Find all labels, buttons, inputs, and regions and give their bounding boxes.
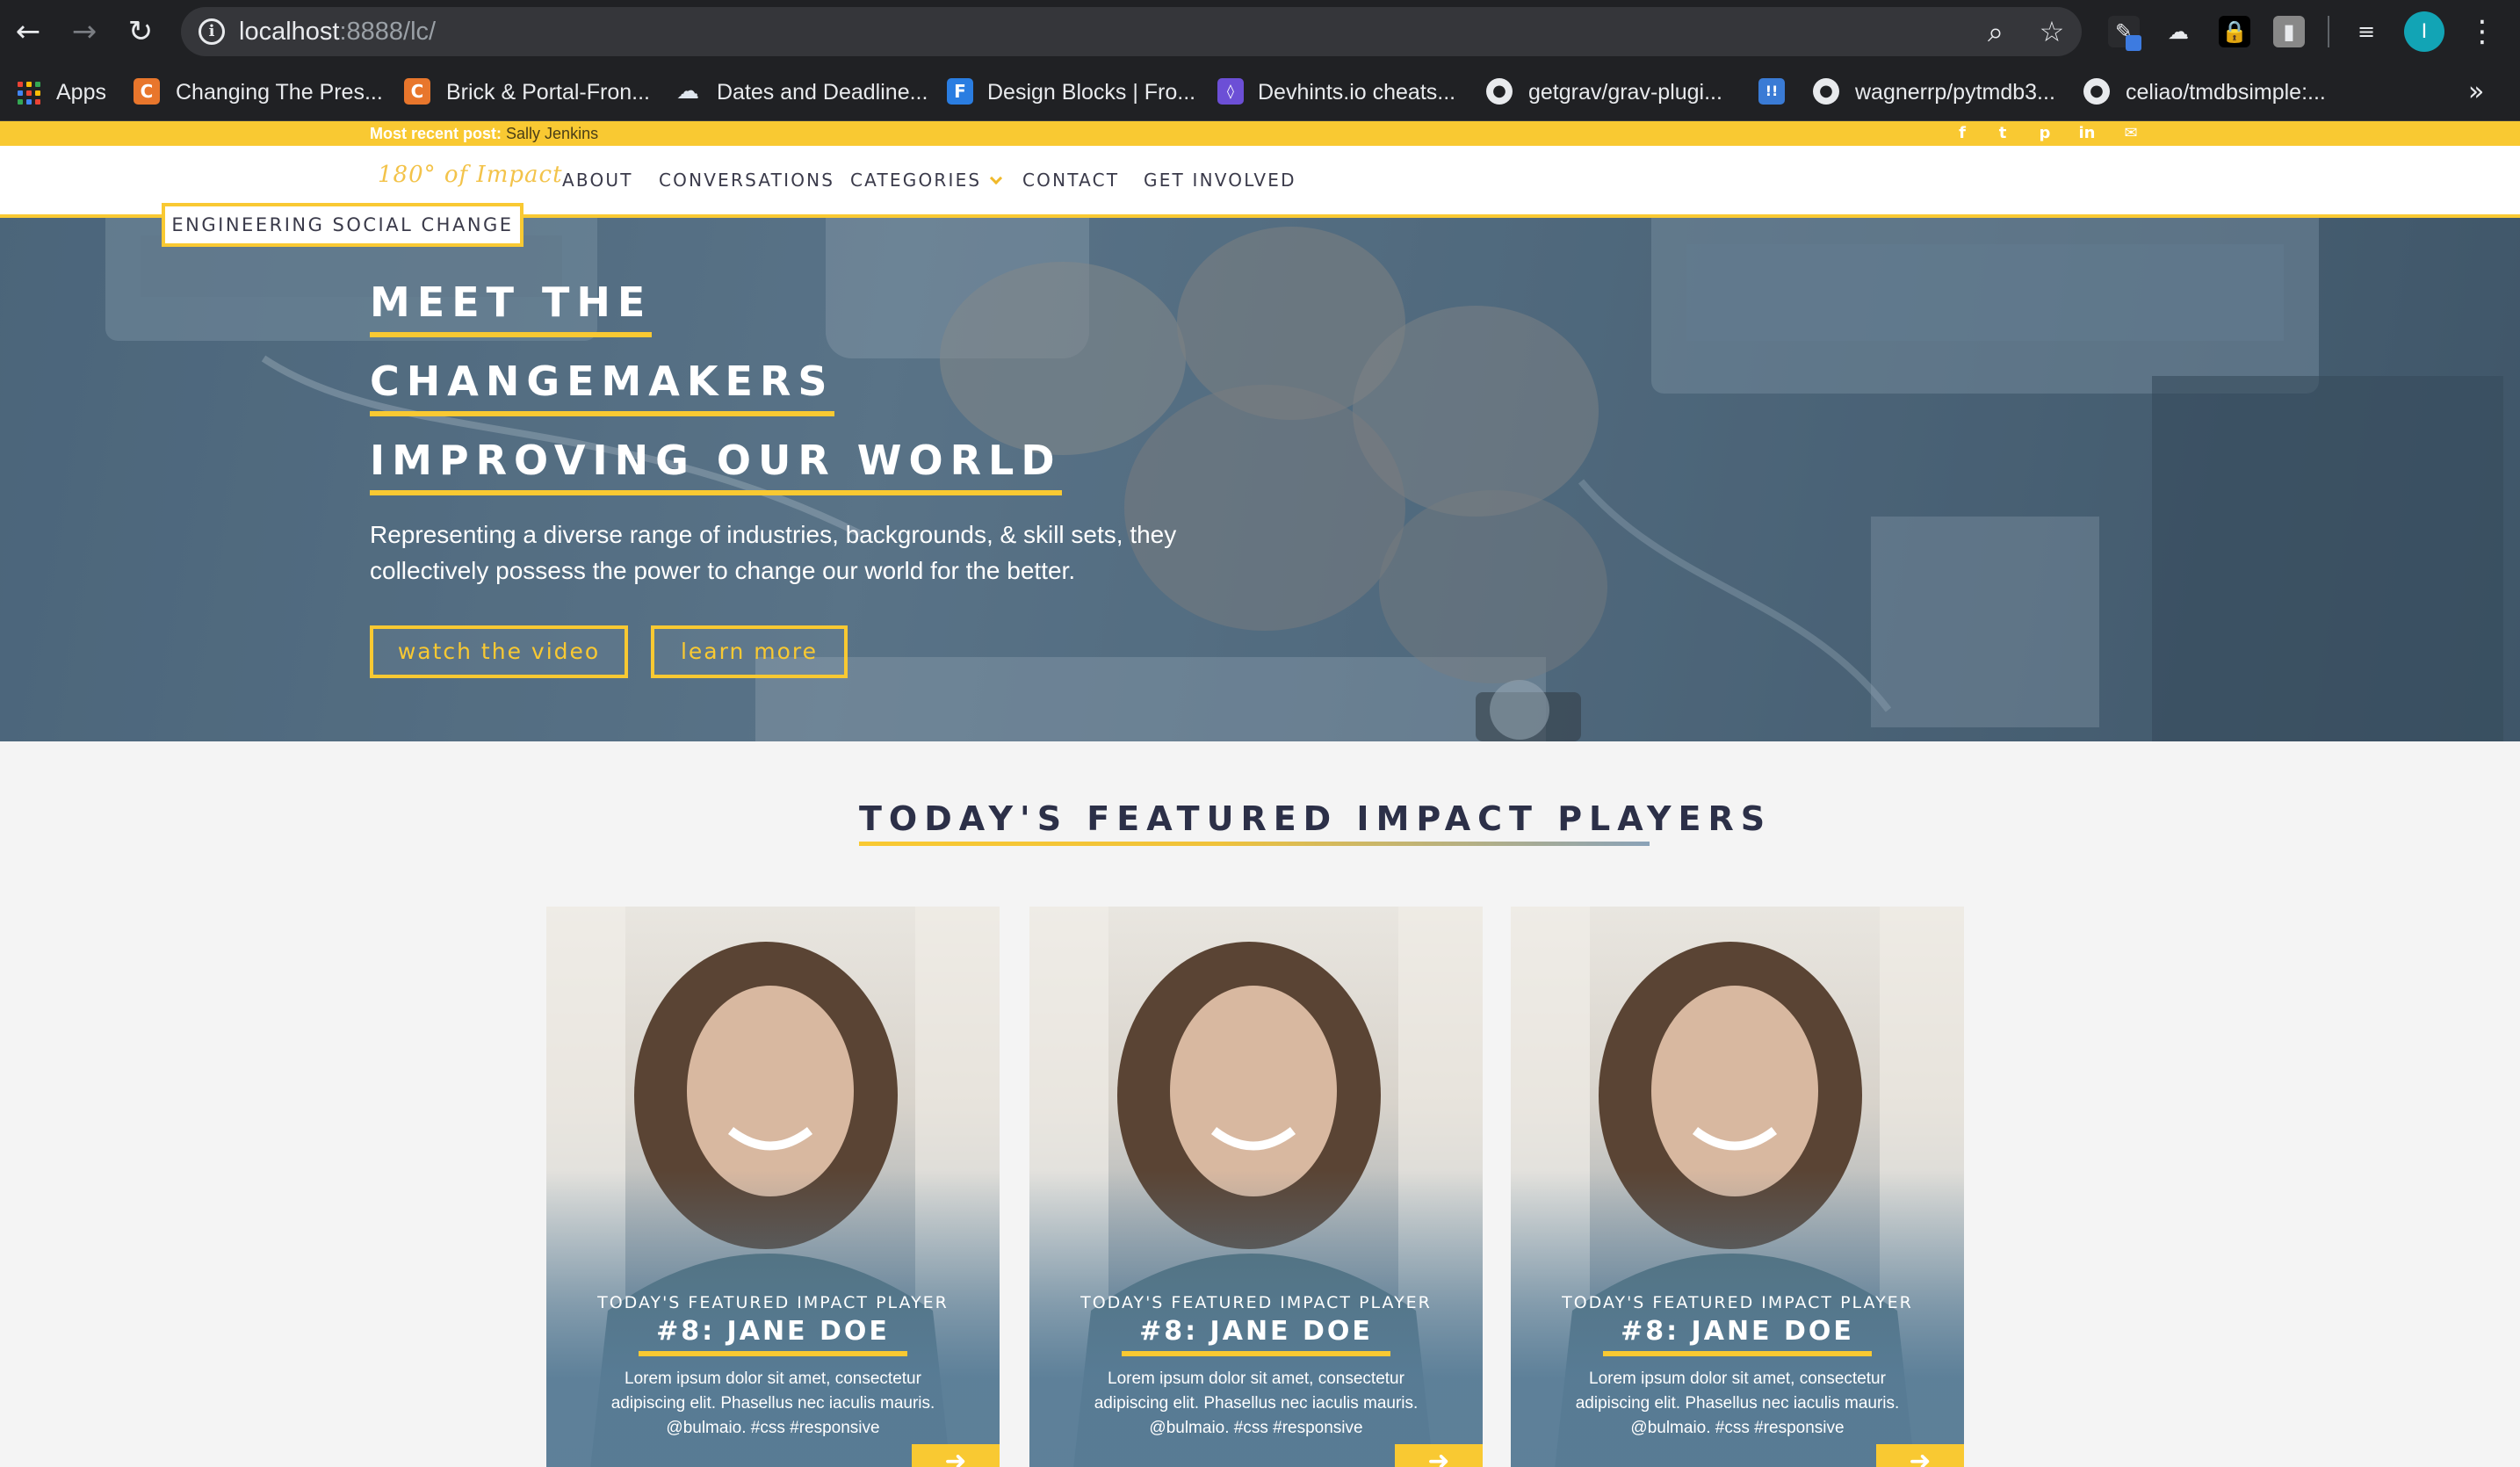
tagline-badge: ENGINEERING SOCIAL CHANGE <box>162 203 523 247</box>
bookmark-item[interactable]: celiao/tmdbsimple:... <box>2126 63 2326 121</box>
bookmarks-bar: Apps C Changing The Pres... C Brick & Po… <box>0 63 2520 121</box>
card-name-underline <box>1603 1351 1872 1356</box>
zoom-icon[interactable]: ⌕ <box>1978 14 2013 49</box>
back-arrow-icon[interactable]: ← <box>9 12 47 51</box>
forward-arrow-icon[interactable]: → <box>65 12 104 51</box>
bookmark-star-icon[interactable]: ☆ <box>2034 14 2069 49</box>
chevron-down-icon <box>990 171 1003 185</box>
address-bar[interactable]: i localhost:8888/lc/ ⌕ ☆ <box>181 7 2082 56</box>
menu-kebab-icon[interactable]: ⋮ <box>2466 12 2498 51</box>
toolbar-divider <box>2328 16 2329 47</box>
arrow-right-icon[interactable]: ➜ <box>912 1444 1000 1467</box>
bookmark-item[interactable]: Design Blocks | Fro... <box>987 63 1195 121</box>
lock-extension-icon[interactable]: 🔒 <box>2219 16 2250 47</box>
hero-heading-line-3: IMPROVING OUR WORLD <box>370 436 1062 495</box>
bookmark-item[interactable]: wagnerrp/pytmdb3... <box>1855 63 2055 121</box>
card-player-name[interactable]: #8: JANE DOE <box>1511 1316 1964 1347</box>
card-description: Lorem ipsum dolor sit amet, consectetur … <box>1575 1369 1900 1437</box>
devhints-icon: ◊ <box>1217 78 1244 105</box>
recent-post-bar: Most recent post: Sally Jenkins f t p in… <box>0 121 2520 146</box>
bookmark-item[interactable]: Brick & Portal-Fron... <box>446 63 650 121</box>
bookmark-item[interactable]: Dates and Deadline... <box>717 63 928 121</box>
cloud-icon: ☁ <box>676 78 699 105</box>
bookmark-item[interactable]: getgrav/grav-plugi... <box>1528 63 1722 121</box>
github-icon: ● <box>2083 78 2110 105</box>
card-description: Lorem ipsum dolor sit amet, consectetur … <box>1094 1369 1419 1437</box>
c-icon: C <box>404 78 430 105</box>
bookmark-item[interactable]: Changing The Pres... <box>176 63 383 121</box>
info-icon[interactable]: i <box>199 18 225 45</box>
card-kicker: TODAY'S FEATURED IMPACT PLAYER <box>1562 1293 1913 1312</box>
card-kicker: TODAY'S FEATURED IMPACT PLAYER <box>1080 1293 1432 1312</box>
nav-categories[interactable]: CATEGORIES <box>850 146 1003 214</box>
recent-post: Most recent post: Sally Jenkins <box>370 121 598 146</box>
bookmark-item[interactable]: Devhints.io cheats... <box>1258 63 1455 121</box>
featured-title-underline <box>859 842 1650 846</box>
watch-video-button[interactable]: watch the video <box>370 625 628 678</box>
github-icon: ● <box>1486 78 1513 105</box>
pinterest-icon[interactable]: p <box>2033 121 2057 146</box>
bookmark-apps[interactable]: Apps <box>56 63 106 121</box>
nav-conversations[interactable]: CONVERSATIONS <box>659 146 834 214</box>
arrow-right-icon[interactable]: ➜ <box>1395 1444 1483 1467</box>
profile-avatar[interactable]: I <box>2404 11 2444 52</box>
f-icon: F <box>947 78 973 105</box>
twitter-icon[interactable]: t <box>1990 121 2015 146</box>
site-logo[interactable]: 180° of Impact <box>378 162 563 188</box>
blue-square-icon[interactable]: !! <box>1758 78 1785 105</box>
card-player-name[interactable]: #8: JANE DOE <box>1029 1316 1483 1347</box>
hat-extension-icon[interactable]: ☁ <box>2163 16 2194 47</box>
facebook-icon[interactable]: f <box>1950 121 1975 146</box>
card-description: Lorem ipsum dolor sit amet, consectetur … <box>610 1369 935 1437</box>
extension-badge <box>2126 35 2141 51</box>
email-icon[interactable]: ✉ <box>2119 121 2143 146</box>
hero-description: Representing a diverse range of industri… <box>370 521 1177 584</box>
bookmarks-overflow-icon[interactable]: » <box>2468 63 2484 121</box>
apps-grid-icon[interactable] <box>18 82 40 105</box>
arrow-right-icon[interactable]: ➜ <box>1876 1444 1964 1467</box>
url-text[interactable]: localhost:8888/lc/ <box>239 7 436 56</box>
media-queue-icon[interactable]: ≡ <box>2350 16 2382 47</box>
c-icon: C <box>134 78 160 105</box>
browser-toolbar: ← → ↻ i localhost:8888/lc/ ⌕ ☆ ✎ ☁ 🔒 ▮ ≡… <box>0 0 2520 63</box>
recent-post-link[interactable]: Sally Jenkins <box>506 125 598 142</box>
id-extension-icon[interactable]: ▮ <box>2273 16 2305 47</box>
impact-player-card[interactable]: TODAY'S FEATURED IMPACT PLAYER #8: JANE … <box>1029 907 1483 1467</box>
hero-heading-line-1: MEET THE <box>370 278 653 337</box>
impact-player-card[interactable]: TODAY'S FEATURED IMPACT PLAYER #8: JANE … <box>1511 907 1964 1467</box>
featured-section-title: TODAY'S FEATURED IMPACT PLAYERS <box>859 799 1773 838</box>
impact-player-card[interactable]: TODAY'S FEATURED IMPACT PLAYER #8: JANE … <box>546 907 1000 1467</box>
recent-post-label: Most recent post: <box>370 125 502 142</box>
reload-icon[interactable]: ↻ <box>121 12 160 51</box>
card-name-underline <box>1122 1351 1390 1356</box>
github-icon: ● <box>1813 78 1839 105</box>
learn-more-button[interactable]: learn more <box>651 625 848 678</box>
card-kicker: TODAY'S FEATURED IMPACT PLAYER <box>597 1293 949 1312</box>
hero-heading-line-2: CHANGEMAKERS <box>370 357 834 416</box>
card-name-underline <box>639 1351 907 1356</box>
nav-categories-label: CATEGORIES <box>850 170 982 191</box>
linkedin-icon[interactable]: in <box>2075 121 2099 146</box>
card-player-name[interactable]: #8: JANE DOE <box>546 1316 1000 1347</box>
nav-about[interactable]: ABOUT <box>562 146 633 214</box>
nav-get-involved[interactable]: GET INVOLVED <box>1144 146 1296 214</box>
nav-contact[interactable]: CONTACT <box>1022 146 1119 214</box>
